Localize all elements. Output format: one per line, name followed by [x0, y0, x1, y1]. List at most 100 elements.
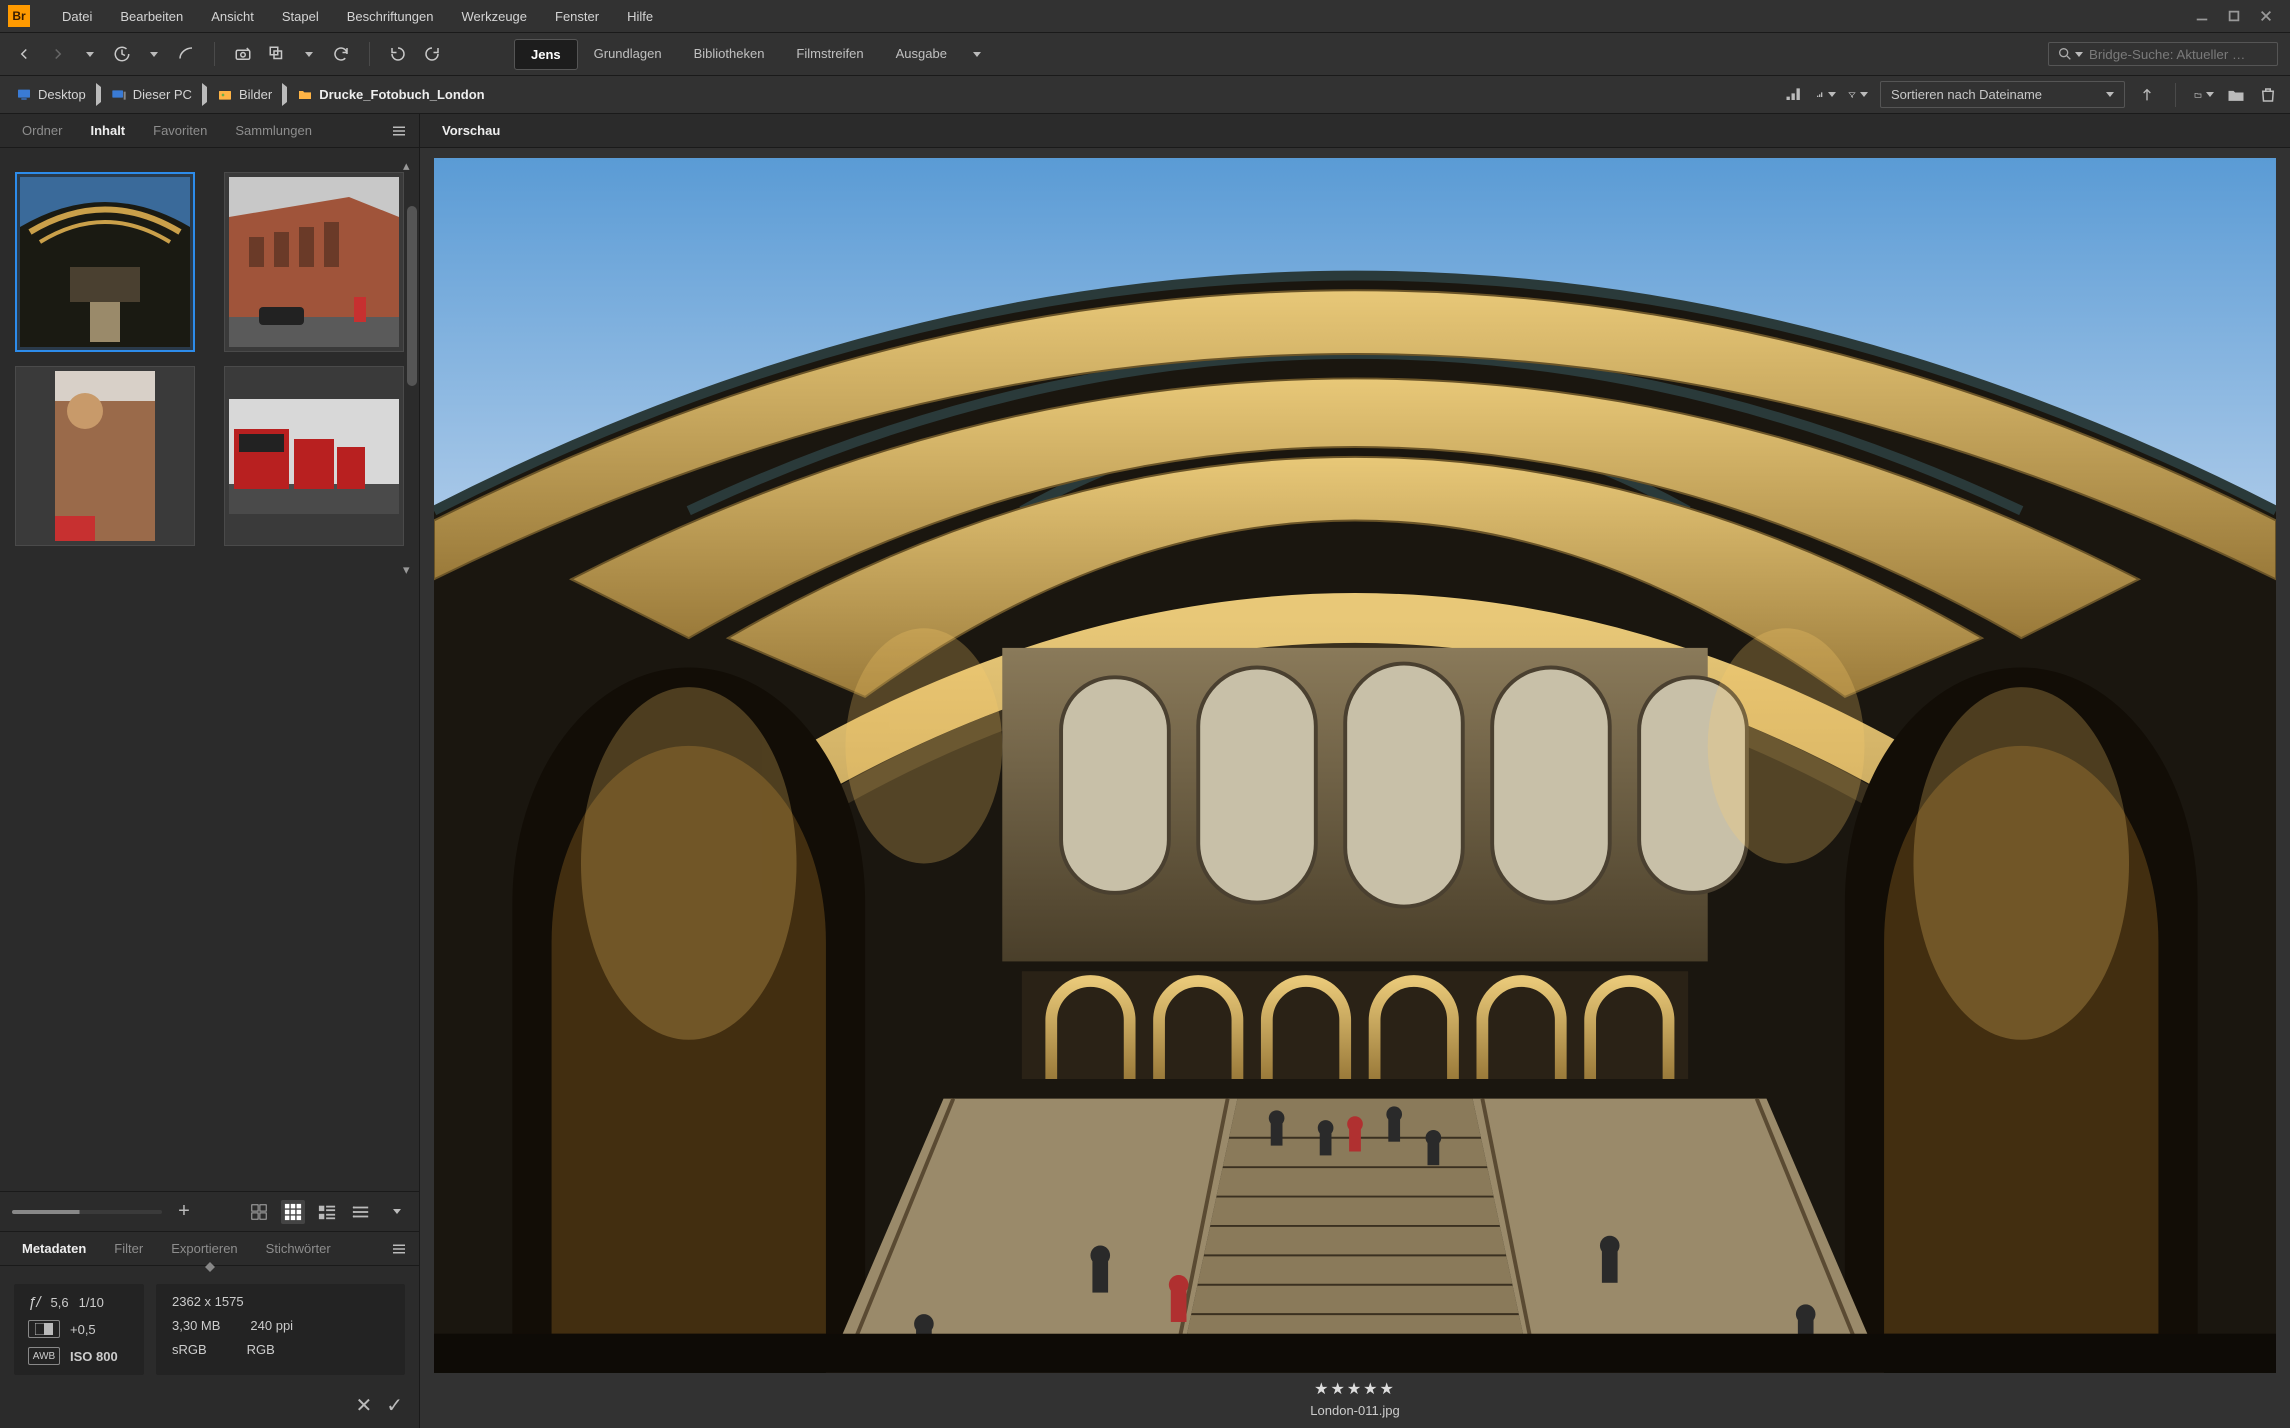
- tab-stichworter[interactable]: Stichwörter: [252, 1232, 345, 1266]
- menu-fenster[interactable]: Fenster: [541, 0, 613, 32]
- drag-handle-icon[interactable]: [203, 1262, 217, 1272]
- nav-back-button[interactable]: [12, 42, 36, 66]
- open-in-app-dropdown[interactable]: [295, 42, 319, 66]
- breadcrumb-dieser-pc[interactable]: Dieser PC: [107, 83, 196, 107]
- scroll-down-icon[interactable]: ▾: [403, 562, 417, 576]
- tab-inhalt[interactable]: Inhalt: [76, 114, 139, 148]
- rotate-cw-button[interactable]: [420, 42, 444, 66]
- menu-hilfe[interactable]: Hilfe: [613, 0, 667, 32]
- left-pane: Ordner Inhalt Favoriten Sammlungen: [0, 114, 420, 1428]
- rotate-ccw-button[interactable]: [386, 42, 410, 66]
- breadcrumb-bilder[interactable]: Bilder: [213, 83, 276, 107]
- pc-icon: [111, 87, 127, 103]
- workspace-tab-filmstreifen[interactable]: Filmstreifen: [780, 39, 879, 70]
- pictures-folder-icon: [217, 87, 233, 103]
- view-grid-lock-button[interactable]: [247, 1200, 271, 1224]
- thumbnail-scrollbar[interactable]: ▴ ▾: [407, 156, 417, 576]
- rating-filter-dropdown[interactable]: [1816, 85, 1836, 105]
- new-folder-button[interactable]: [2226, 85, 2246, 105]
- search-scope-dropdown[interactable]: [2075, 52, 2083, 57]
- metadata-apply-button[interactable]: ✓: [386, 1393, 403, 1418]
- workspace-more-button[interactable]: [963, 39, 987, 70]
- tab-sammlungen[interactable]: Sammlungen: [221, 114, 326, 148]
- rating-filter-button[interactable]: [1784, 85, 1804, 105]
- main-split: Ordner Inhalt Favoriten Sammlungen: [0, 114, 2290, 1428]
- info-panel-menu[interactable]: [387, 1240, 411, 1258]
- breadcrumb-label: Drucke_Fotobuch_London: [319, 87, 484, 102]
- left-panel-menu[interactable]: [387, 122, 411, 140]
- aperture-value: 5,6: [51, 1295, 69, 1310]
- view-list-button[interactable]: [349, 1200, 373, 1224]
- menu-werkzeuge[interactable]: Werkzeuge: [448, 0, 542, 32]
- rating-stars[interactable]: ★★★★★: [1314, 1379, 1396, 1399]
- view-more-button[interactable]: [383, 1200, 407, 1224]
- open-folder-button[interactable]: [2194, 85, 2214, 105]
- zoom-add-button[interactable]: +: [172, 1200, 196, 1224]
- thumbnail-grid: ▴ ▾: [0, 148, 419, 1191]
- window-minimize-button[interactable]: [2186, 0, 2218, 32]
- window-close-button[interactable]: [2250, 0, 2282, 32]
- menu-ansicht[interactable]: Ansicht: [197, 0, 268, 32]
- ppi-value: 240 ppi: [250, 1318, 293, 1333]
- open-in-app-button[interactable]: [265, 42, 289, 66]
- get-photos-button[interactable]: [231, 42, 255, 66]
- nav-forward-button[interactable]: [46, 42, 70, 66]
- menu-bearbeiten[interactable]: Bearbeiten: [106, 0, 197, 32]
- aperture-icon: ƒ/: [28, 1294, 41, 1311]
- breadcrumb-label: Bilder: [239, 87, 272, 102]
- scroll-thumb[interactable]: [407, 206, 417, 386]
- left-tabstrip: Ordner Inhalt Favoriten Sammlungen: [0, 114, 419, 148]
- tab-ordner[interactable]: Ordner: [8, 114, 76, 148]
- folder-icon: [297, 87, 313, 103]
- tab-vorschau[interactable]: Vorschau: [428, 114, 514, 148]
- search-input[interactable]: [2089, 47, 2269, 62]
- tab-filter[interactable]: Filter: [100, 1232, 157, 1266]
- thumbnail-item[interactable]: [217, 366, 412, 546]
- thumbnail-item[interactable]: [217, 172, 412, 352]
- menu-beschriftungen[interactable]: Beschriftungen: [333, 0, 448, 32]
- workspace-tab-ausgabe[interactable]: Ausgabe: [880, 39, 963, 70]
- thumbnail-item[interactable]: [217, 148, 412, 158]
- tab-favoriten[interactable]: Favoriten: [139, 114, 221, 148]
- tab-exportieren[interactable]: Exportieren: [157, 1232, 251, 1266]
- view-details-button[interactable]: [315, 1200, 339, 1224]
- thumbnail-item[interactable]: [8, 172, 203, 352]
- breadcrumb-label: Dieser PC: [133, 87, 192, 102]
- search-icon: [2057, 46, 2073, 62]
- filter-funnel-button[interactable]: [1848, 85, 1868, 105]
- workspace-tab-grundlagen[interactable]: Grundlagen: [578, 39, 678, 70]
- menu-stapel[interactable]: Stapel: [268, 0, 333, 32]
- breadcrumb-desktop[interactable]: Desktop: [12, 83, 90, 107]
- window-maximize-button[interactable]: [2218, 0, 2250, 32]
- boomerang-icon[interactable]: [174, 42, 198, 66]
- nav-history-dropdown[interactable]: [76, 42, 100, 66]
- exposure-comp-value: +0,5: [70, 1322, 96, 1337]
- channels-value: RGB: [247, 1342, 275, 1357]
- toolbar: Jens Grundlagen Bibliotheken Filmstreife…: [0, 32, 2290, 76]
- sort-dropdown[interactable]: Sortieren nach Dateiname: [1880, 81, 2125, 108]
- right-tabstrip: Vorschau: [420, 114, 2290, 148]
- chevron-down-icon: [2106, 92, 2114, 97]
- breadcrumb-sep: [196, 87, 213, 102]
- view-grid-button[interactable]: [281, 1200, 305, 1224]
- refresh-button[interactable]: [329, 42, 353, 66]
- thumbnail-item[interactable]: [8, 148, 203, 158]
- metadata-cancel-button[interactable]: ✕: [355, 1393, 372, 1418]
- workspace-tabs: Jens Grundlagen Bibliotheken Filmstreife…: [514, 39, 987, 70]
- colorspace-value: sRGB: [172, 1342, 207, 1357]
- tab-metadaten[interactable]: Metadaten: [8, 1232, 100, 1266]
- workspace-tab-jens[interactable]: Jens: [514, 39, 578, 70]
- thumbnail-item[interactable]: [8, 366, 203, 546]
- workspace-tab-bibliotheken[interactable]: Bibliotheken: [678, 39, 781, 70]
- nav-recent-button[interactable]: [110, 42, 134, 66]
- delete-button[interactable]: [2258, 85, 2278, 105]
- breadcrumb-sep: [90, 87, 107, 102]
- scroll-up-icon[interactable]: ▴: [403, 158, 417, 172]
- search-box[interactable]: [2048, 42, 2278, 66]
- menu-datei[interactable]: Datei: [48, 0, 106, 32]
- breadcrumb-current-folder[interactable]: Drucke_Fotobuch_London: [293, 83, 488, 107]
- thumbnail-size-slider[interactable]: [12, 1210, 162, 1214]
- sort-direction-button[interactable]: [2137, 85, 2157, 105]
- preview-image[interactable]: [434, 158, 2276, 1373]
- nav-recent-dropdown[interactable]: [140, 42, 164, 66]
